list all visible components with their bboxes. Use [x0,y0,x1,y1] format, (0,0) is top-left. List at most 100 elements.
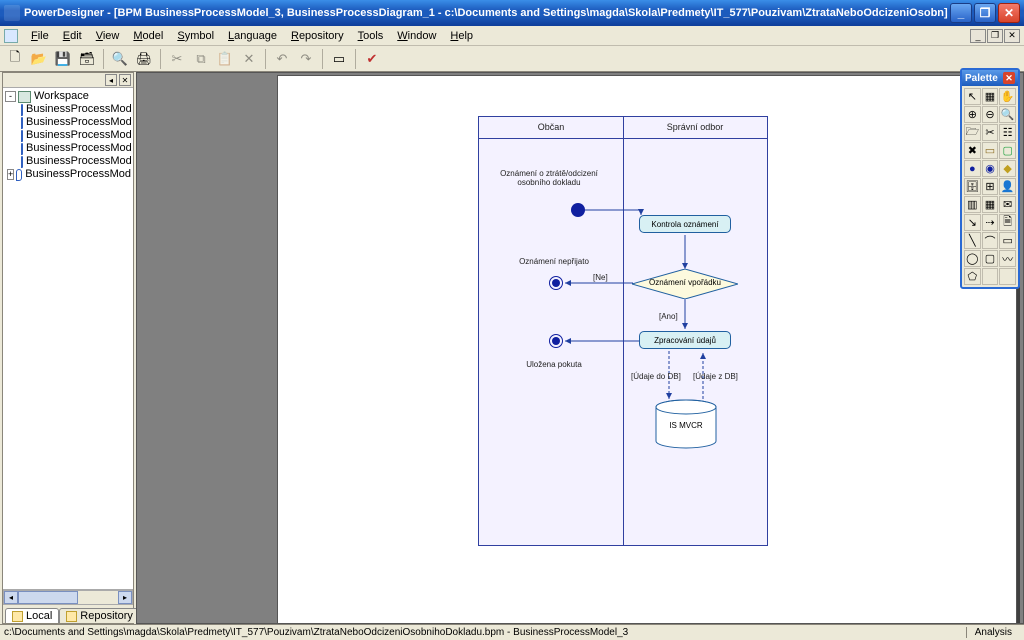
diagram-canvas[interactable]: Občan Správní odbor [136,72,1024,624]
activity-zpracovani[interactable]: Zpracování údajů [639,331,731,349]
tree-item[interactable]: BusinessProcessMod [21,103,131,116]
tool-lane-icon[interactable]: ▥ [964,196,981,213]
browser-panel: ◂ ✕ - Workspace BusinessProcessMod Busin… [2,72,134,624]
tool-rrect-icon[interactable]: ▢ [982,250,999,267]
tool-line-icon[interactable]: ╲ [964,232,981,249]
menu-view[interactable]: View [89,28,127,44]
menu-model[interactable]: Model [126,28,170,44]
tool-delete-icon[interactable]: ✖ [964,142,981,159]
menu-symbol[interactable]: Symbol [170,28,221,44]
tool-open-icon[interactable]: 🗁 [964,124,981,141]
tree-item[interactable]: BusinessProcessMod [21,155,131,168]
expand-icon[interactable]: + [7,169,14,180]
start-node[interactable] [571,203,585,217]
model-tree[interactable]: - Workspace BusinessProcessMod BusinessP… [3,88,133,589]
close-button[interactable]: ✕ [998,3,1020,23]
tool-flow-icon[interactable]: ↘ [964,214,981,231]
cut-icon[interactable]: ✂ [166,48,188,70]
start-label: Oznámení o ztrátě/odcizení osobního dokl… [489,169,609,187]
tool-hand-icon[interactable]: ✋ [999,88,1016,105]
tool-ellipse-icon[interactable]: ◯ [964,250,981,267]
tree-hscrollbar[interactable]: ◂▸ [3,590,133,605]
tool-msg-icon[interactable]: ✉ [999,196,1016,213]
tree-item[interactable]: BusinessProcessMod [21,116,131,129]
tool-pointer-icon[interactable]: ↖ [964,88,981,105]
tab-local[interactable]: Local [5,608,59,623]
tool-file-icon[interactable]: 🗎 [999,214,1016,231]
tool-package-icon[interactable]: ▭ [982,142,999,159]
tool-end-icon[interactable]: ◉ [982,160,999,177]
delete-icon[interactable]: ✕ [238,48,260,70]
tool-decision-icon[interactable]: ◆ [999,160,1016,177]
flow-yes: [Ano] [659,312,678,321]
tool-polyline-icon[interactable]: 〰 [999,250,1016,267]
tool-polygon-icon[interactable]: ⬠ [964,268,981,285]
toolbar: 🗋 📂 💾 🗃 🔍 🖨 ✂ ⧉ 📋 ✕ ↶ ↷ ▭ ✔ [0,46,1024,72]
minimize-button[interactable]: _ [950,3,972,23]
tool-text-icon[interactable] [982,268,999,285]
tool-table-icon[interactable]: ▦ [982,196,999,213]
menu-repository[interactable]: Repository [284,28,351,44]
panel-pin-icon[interactable]: ◂ [105,74,117,86]
copy-icon[interactable]: ⧉ [190,48,212,70]
properties-icon[interactable]: ▭ [328,48,350,70]
panel-header: ◂ ✕ [3,73,133,88]
tool-orgunit-icon[interactable]: ⊞ [982,178,999,195]
swimlane-diagram[interactable]: Občan Správní odbor [478,116,768,546]
activity-kontrola[interactable]: Kontrola oznámení [639,215,731,233]
palette-title[interactable]: Palette ✕ [962,70,1018,86]
model-icon [21,104,23,116]
palette-toolbox[interactable]: Palette ✕ ↖ ▦ ✋ ⊕ ⊖ 🔍 🗁 ✂ ☷ ✖ ▭ ▢ ● ◉ ◆ … [960,68,1020,289]
tool-cut-icon[interactable]: ✂ [982,124,999,141]
app-icon [4,5,20,21]
tree-item[interactable]: +BusinessProcessMod [21,168,131,181]
tool-props-icon[interactable]: ☷ [999,124,1016,141]
paste-icon[interactable]: 📋 [214,48,236,70]
mdi-minimize[interactable]: _ [970,29,986,43]
mdi-icon [4,29,18,43]
tool-resflow-icon[interactable]: ⇢ [982,214,999,231]
menu-edit[interactable]: Edit [56,28,89,44]
tool-role-icon[interactable]: 👤 [999,178,1016,195]
menu-help[interactable]: Help [443,28,480,44]
end-node-fine[interactable] [549,334,563,348]
tree-workspace[interactable]: - Workspace [5,90,131,103]
menu-file[interactable]: File [24,28,56,44]
menu-language[interactable]: Language [221,28,284,44]
menu-tools[interactable]: Tools [351,28,391,44]
mdi-close[interactable]: ✕ [1004,29,1020,43]
save-icon[interactable]: 💾 [52,48,74,70]
datastore-node[interactable]: IS MVCR [655,399,717,447]
tool-process-icon[interactable]: ▢ [999,142,1016,159]
tool-start-icon[interactable]: ● [964,160,981,177]
mdi-restore[interactable]: ❐ [987,29,1003,43]
tab-repository[interactable]: Repository [59,608,140,623]
tool-arc-icon[interactable]: ⌒ [982,232,999,249]
tree-item[interactable]: BusinessProcessMod [21,129,131,142]
menu-window[interactable]: Window [390,28,443,44]
saveall-icon[interactable]: 🗃 [76,48,98,70]
preview-icon[interactable]: 🔍 [109,48,131,70]
tool-zoomout-icon[interactable]: ⊖ [982,106,999,123]
tool-lasso-icon[interactable]: ▦ [982,88,999,105]
tool-rect-icon[interactable]: ▭ [999,232,1016,249]
end-node-reject[interactable] [549,276,563,290]
print-icon[interactable]: 🖨 [133,48,155,70]
tool-zoomin-icon[interactable]: ⊕ [964,106,981,123]
tool-note-icon[interactable] [999,268,1016,285]
swimlane-header-left: Občan [479,117,623,138]
tree-item[interactable]: BusinessProcessMod [21,142,131,155]
open-icon[interactable]: 📂 [28,48,50,70]
palette-close-icon[interactable]: ✕ [1003,72,1015,84]
new-icon[interactable]: 🗋 [4,48,26,70]
window-title: PowerDesigner - [BPM BusinessProcessMode… [24,7,950,19]
undo-icon[interactable]: ↶ [271,48,293,70]
maximize-button[interactable]: ❐ [974,3,996,23]
decision-node[interactable]: Oznámení vpořádku [632,269,738,299]
tool-zoomfit-icon[interactable]: 🔍 [999,106,1016,123]
panel-close-icon[interactable]: ✕ [119,74,131,86]
redo-icon[interactable]: ↷ [295,48,317,70]
tool-resource-icon[interactable]: 🗄 [964,178,981,195]
expand-icon[interactable]: - [5,91,16,102]
check-icon[interactable]: ✔ [361,48,383,70]
